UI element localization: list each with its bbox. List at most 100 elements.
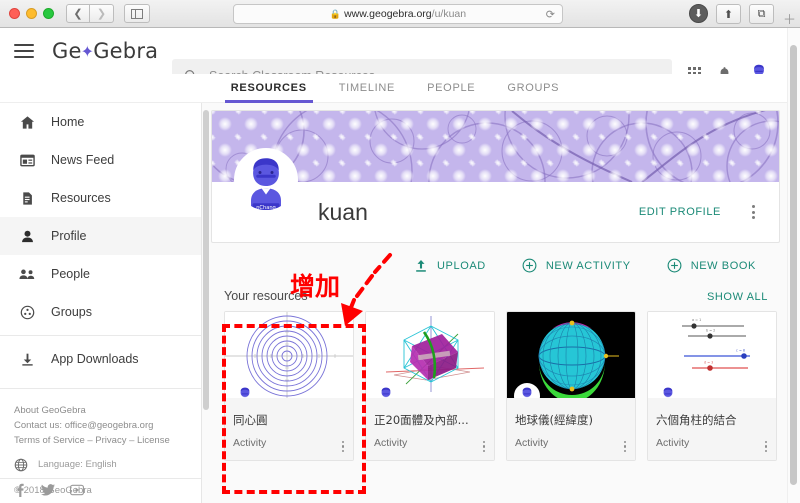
card-title: 六個角柱的結合	[656, 413, 737, 427]
card-more-menu-icon[interactable]	[482, 440, 485, 452]
plus-circle-icon	[667, 258, 682, 273]
browser-right-buttons: ⬇ ⬆ ⧉	[689, 4, 774, 24]
card-body: 正20面體及內部... Activity	[366, 398, 494, 460]
sidebar-toggle-icon	[131, 8, 143, 19]
card-type: Activity	[374, 437, 408, 449]
resource-cards: 同心圓 Activity 正20面體及內部... Activity 地球儀(經緯…	[202, 308, 790, 461]
logo-star-icon: ✦	[80, 41, 95, 61]
close-window-button[interactable]	[9, 8, 20, 19]
hamburger-menu-icon[interactable]	[14, 40, 34, 62]
sidebar-item-resources[interactable]: Resources	[0, 179, 201, 217]
svg-text:a = 1: a = 1	[692, 318, 701, 322]
new-activity-button[interactable]: NEW ACTIVITY	[522, 258, 631, 273]
edit-profile-button[interactable]: EDIT PROFILE	[639, 206, 721, 218]
new-tab-icon[interactable]: ＋	[783, 9, 796, 28]
action-label: NEW BOOK	[690, 259, 756, 272]
svg-text:b = 2: b = 2	[706, 329, 715, 333]
copyright-text: © 2018 GeoGebra	[14, 485, 92, 496]
geogebra-logo[interactable]: Ge ✦ Gebra	[52, 39, 158, 63]
forward-button[interactable]: ❯	[90, 4, 114, 23]
maximize-window-button[interactable]	[43, 8, 54, 19]
sidebar-scrollbar-thumb[interactable]	[203, 110, 209, 410]
sidebar-divider	[0, 335, 201, 336]
new-book-button[interactable]: NEW BOOK	[667, 258, 756, 273]
tab-groups[interactable]: GROUPS	[507, 74, 559, 102]
sidebar-item-groups[interactable]: Groups	[0, 293, 201, 331]
document-icon	[18, 191, 36, 206]
upload-icon	[416, 259, 426, 272]
card-body: 六個角柱的結合 Activity	[648, 398, 776, 460]
show-all-link[interactable]: SHOW ALL	[707, 291, 768, 303]
url-domain: www.geogebra.org	[344, 8, 432, 20]
concentric-circles-thumbnail	[225, 312, 353, 398]
profile-card: nChang kuan EDIT PROFILE	[211, 110, 780, 243]
sidebar-item-people[interactable]: People	[0, 255, 201, 293]
sidebar-footer: About GeoGebra Contact us: office@geogeb…	[0, 393, 201, 497]
resource-card[interactable]: a = 1 b = 2 c = 8 d = 3 六個角柱的結合 Activity	[647, 311, 777, 461]
resource-card[interactable]: 同心圓 Activity	[224, 311, 354, 461]
svg-text:d = 3: d = 3	[704, 361, 713, 365]
sidebar-item-label: People	[51, 267, 90, 281]
svg-text:c = 8: c = 8	[736, 349, 745, 353]
people-icon	[18, 267, 36, 282]
main-scrollbar-thumb[interactable]	[790, 45, 797, 485]
back-button[interactable]: ❮	[66, 4, 90, 23]
footer-divider	[0, 478, 201, 479]
sidebar-divider-2	[0, 388, 201, 389]
reload-icon[interactable]: ⟳	[546, 8, 555, 21]
browser-toolbar: ❮ ❯ 🔒 www.geogebra.org/u/kuan ⟳ ⬇ ⬆ ⧉ ＋	[0, 0, 800, 28]
about-link[interactable]: About GeoGebra	[14, 403, 201, 418]
profile-tabs: RESOURCES TIMELINE PEOPLE GROUPS	[0, 74, 790, 103]
window-controls	[0, 8, 54, 19]
card-title: 地球儀(經緯度)	[515, 413, 593, 427]
tab-overview-icon[interactable]: ⧉	[749, 4, 774, 24]
action-label: UPLOAD	[437, 259, 486, 272]
card-body: 同心圓 Activity	[225, 398, 353, 460]
sidebar-item-label: App Downloads	[51, 352, 139, 366]
share-icon[interactable]: ⬆	[716, 4, 741, 24]
profile-username: kuan	[318, 198, 368, 225]
annotation-text: 增加	[290, 272, 341, 301]
site-header: Ge ✦ Gebra	[0, 28, 790, 93]
profile-info-row: nChang kuan EDIT PROFILE	[212, 148, 779, 242]
tab-timeline[interactable]: TIMELINE	[339, 74, 395, 102]
profile-more-menu-icon[interactable]	[752, 205, 755, 219]
card-more-menu-icon[interactable]	[764, 440, 767, 452]
address-bar[interactable]: 🔒 www.geogebra.org/u/kuan ⟳	[233, 4, 563, 24]
main-content: nChang kuan EDIT PROFILE UPLOAD NEW ACTI…	[202, 103, 790, 503]
card-type: Activity	[233, 437, 267, 449]
card-type: Activity	[656, 437, 690, 449]
globe-latitude-longitude-thumbnail	[507, 312, 635, 398]
globe-icon	[14, 458, 28, 471]
minimize-window-button[interactable]	[26, 8, 37, 19]
download-arrow-icon	[18, 352, 36, 367]
download-icon[interactable]: ⬇	[689, 4, 708, 23]
sidebar-item-app-downloads[interactable]: App Downloads	[0, 340, 201, 378]
sidebar-item-news-feed[interactable]: News Feed	[0, 141, 201, 179]
sliders-thumbnail: a = 1 b = 2 c = 8 d = 3	[648, 312, 776, 398]
upload-button[interactable]: UPLOAD	[414, 258, 486, 273]
sidebar-item-label: Profile	[51, 229, 87, 243]
resource-card[interactable]: 正20面體及內部... Activity	[365, 311, 495, 461]
language-selector[interactable]: Language: English	[14, 457, 201, 472]
card-more-menu-icon[interactable]	[341, 440, 344, 452]
tab-resources[interactable]: RESOURCES	[224, 74, 313, 103]
sidebar-item-label: Home	[51, 115, 85, 129]
card-more-menu-icon[interactable]	[623, 440, 626, 452]
profile-avatar-image[interactable]: nChang	[234, 148, 298, 212]
tab-people[interactable]: PEOPLE	[427, 74, 475, 102]
sidebar-item-label: Resources	[51, 191, 111, 205]
resource-card[interactable]: 地球儀(經緯度) Activity	[506, 311, 636, 461]
action-label: NEW ACTIVITY	[545, 259, 631, 272]
contact-text[interactable]: Contact us: office@geogebra.org	[14, 418, 201, 433]
sidebar-item-profile[interactable]: Profile	[0, 217, 201, 255]
terms-links[interactable]: Terms of Service – Privacy – License	[14, 433, 201, 448]
card-body: 地球儀(經緯度) Activity	[507, 398, 635, 460]
groups-circle-icon	[18, 305, 36, 320]
card-title: 同心圓	[233, 413, 268, 427]
sidebar-item-home[interactable]: Home	[0, 103, 201, 141]
sidebar-toggle-button[interactable]	[124, 4, 150, 23]
logo-text-part2: Gebra	[93, 39, 159, 63]
card-title: 正20面體及內部...	[374, 413, 469, 427]
browser-window: ❮ ❯ 🔒 www.geogebra.org/u/kuan ⟳ ⬇ ⬆ ⧉ ＋ …	[0, 0, 800, 503]
